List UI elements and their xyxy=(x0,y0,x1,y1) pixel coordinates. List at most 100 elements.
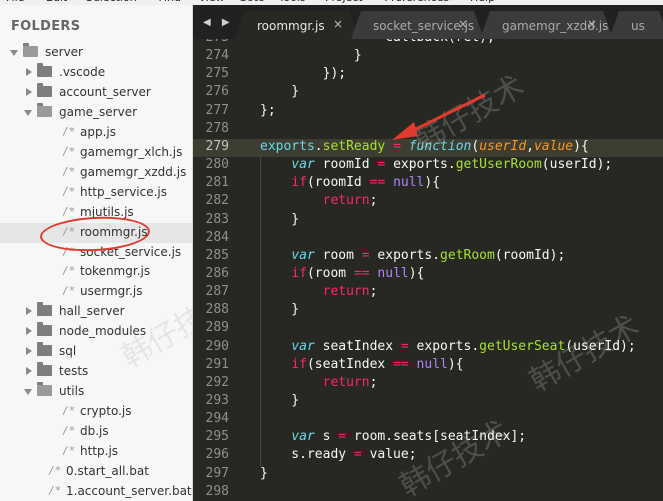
tree-folder[interactable]: sql xyxy=(0,342,192,362)
tree-file[interactable]: /* crypto.js xyxy=(0,402,192,422)
menu-item[interactable]: Help xyxy=(470,0,495,4)
file-icon: /* xyxy=(62,124,76,138)
chevron-right-icon[interactable] xyxy=(26,87,32,96)
file-icon: /* xyxy=(62,164,76,178)
code-line[interactable]: 283 } xyxy=(193,212,663,230)
menu-item[interactable]: Goto xyxy=(239,0,265,4)
menu-item[interactable]: View xyxy=(199,0,225,4)
code-line[interactable]: 287 return; xyxy=(193,284,663,302)
tab-label: roommgr.js xyxy=(257,19,325,33)
line-number: 287 xyxy=(205,284,229,300)
close-icon[interactable]: × xyxy=(587,17,597,31)
code-line[interactable]: 286 if(room == null){ xyxy=(193,266,663,284)
tree-folder[interactable]: .vscode xyxy=(0,62,192,83)
menu-item[interactable]: Selection xyxy=(86,0,137,4)
tab-label: us xyxy=(631,19,645,33)
code-line[interactable]: 273 callback(ret); xyxy=(193,39,663,48)
file-icon: /* xyxy=(62,184,76,198)
tree-file[interactable]: /* tokenmgr.js xyxy=(0,262,192,282)
menu-item[interactable]: Preferences xyxy=(385,0,450,4)
code-line[interactable]: 284 xyxy=(193,230,663,248)
code-line[interactable]: 296 s.ready = value; xyxy=(193,447,663,465)
tree-file[interactable]: /* db.js xyxy=(0,422,192,442)
folder-icon xyxy=(37,102,52,117)
tree-file[interactable]: /* usermgr.js xyxy=(0,282,192,302)
tab[interactable]: us xyxy=(609,11,663,39)
tree-folder[interactable]: account_server xyxy=(0,82,192,103)
folder-icon xyxy=(37,62,52,77)
file-icon: /* xyxy=(62,404,76,418)
tree-file[interactable]: /* gamemgr_xlch.js xyxy=(0,143,192,163)
tree-item-label: tests xyxy=(59,364,89,379)
chevron-right-icon[interactable] xyxy=(26,367,32,376)
tab[interactable]: socket_service.js × xyxy=(351,11,484,39)
tree-folder[interactable]: server xyxy=(0,43,192,63)
tree-file[interactable]: /* http.js xyxy=(0,442,192,462)
tree-folder[interactable]: game_server xyxy=(0,102,192,123)
file-icon: /* xyxy=(48,483,62,497)
tab-bar: ◀ ▶ roommgr.js × socket_service.js × gamemgr… xyxy=(193,5,663,39)
chevron-down-icon[interactable] xyxy=(24,389,32,396)
tree-item-label: http_service.js xyxy=(80,184,168,199)
chevron-right-icon[interactable] xyxy=(26,67,32,76)
tree-item-label: gamemgr_xzdd.js xyxy=(80,164,187,179)
menu-item[interactable]: Project xyxy=(325,0,363,4)
tree-folder[interactable]: hall_server xyxy=(0,302,192,322)
close-icon[interactable]: × xyxy=(333,17,343,31)
chevron-right-icon[interactable] xyxy=(26,347,32,356)
menu-item[interactable]: File xyxy=(6,0,24,4)
code-line[interactable]: 298 xyxy=(193,484,663,501)
line-number: 274 xyxy=(205,48,229,64)
code-line[interactable]: 281 if(roomId == null){ xyxy=(193,175,663,193)
tree-file[interactable]: /* http_service.js xyxy=(0,183,192,203)
tree-item-label: app.js xyxy=(80,124,116,139)
code-line[interactable]: 289 xyxy=(193,320,663,338)
tree-folder[interactable]: utils xyxy=(0,382,192,402)
code-text: return; xyxy=(322,284,378,300)
code-line[interactable]: 292 return; xyxy=(193,375,663,393)
code-text: callback(ret); xyxy=(260,39,495,45)
folder-icon xyxy=(37,362,52,377)
tree-item-label: .vscode xyxy=(59,64,106,79)
tab[interactable]: gamemgr_xzdd.js × xyxy=(480,11,613,39)
menu-item[interactable]: Tools xyxy=(279,0,306,4)
tree-file[interactable]: /* gamemgr_xzdd.js xyxy=(0,163,192,183)
tree-folder[interactable]: tests xyxy=(0,362,192,382)
tree-folder[interactable]: node_modules xyxy=(0,322,192,342)
folder-icon xyxy=(37,382,52,397)
line-number: 277 xyxy=(205,102,229,118)
code-line[interactable]: 293 } xyxy=(193,393,663,411)
chevron-down-icon[interactable] xyxy=(24,109,32,116)
tab-nav-arrows[interactable]: ◀ ▶ xyxy=(203,17,234,28)
chevron-down-icon[interactable] xyxy=(10,50,18,56)
line-number: 291 xyxy=(205,356,229,372)
code-line[interactable]: 291 if(seatIndex == null){ xyxy=(193,357,663,375)
code-line[interactable]: 290 var seatIndex = exports.getUserSeat(… xyxy=(193,339,663,357)
tab[interactable]: roommgr.js × xyxy=(235,11,359,39)
line-number: 289 xyxy=(205,320,229,336)
code-text: var s = room.seats[seatIndex]; xyxy=(291,429,527,445)
code-line[interactable]: 285 var room = exports.getRoom(roomId); xyxy=(193,248,663,266)
code-line[interactable]: 295 var s = room.seats[seatIndex]; xyxy=(193,429,663,447)
tree-file[interactable]: /* 1.account_server.bat xyxy=(0,482,192,501)
tree-file[interactable]: /* app.js xyxy=(0,123,192,143)
tree-file[interactable]: /* 0.start_all.bat xyxy=(0,462,192,482)
code-line[interactable]: 274 } xyxy=(193,48,663,66)
menu-item[interactable]: Edit xyxy=(46,0,67,4)
menu-item[interactable]: Find xyxy=(159,0,182,4)
line-number: 278 xyxy=(205,120,229,136)
code-line[interactable]: 297} xyxy=(193,466,663,484)
code-line[interactable]: 282 return; xyxy=(193,193,663,211)
line-number: 292 xyxy=(205,374,229,390)
line-number: 284 xyxy=(205,229,229,245)
code-line[interactable]: 294 xyxy=(193,411,663,429)
code-line[interactable]: 275 }); xyxy=(193,66,663,84)
code-line[interactable]: 288 } xyxy=(193,302,663,320)
code-line[interactable]: 280 var roomId = exports.getUserRoom(use… xyxy=(193,157,663,175)
chevron-right-icon[interactable] xyxy=(26,307,32,316)
chevron-right-icon[interactable] xyxy=(26,327,32,336)
tree-item-label: sql xyxy=(59,344,77,359)
folder-icon xyxy=(37,82,52,97)
close-icon[interactable]: × xyxy=(458,17,468,31)
tree-item-label: utils xyxy=(59,384,85,399)
